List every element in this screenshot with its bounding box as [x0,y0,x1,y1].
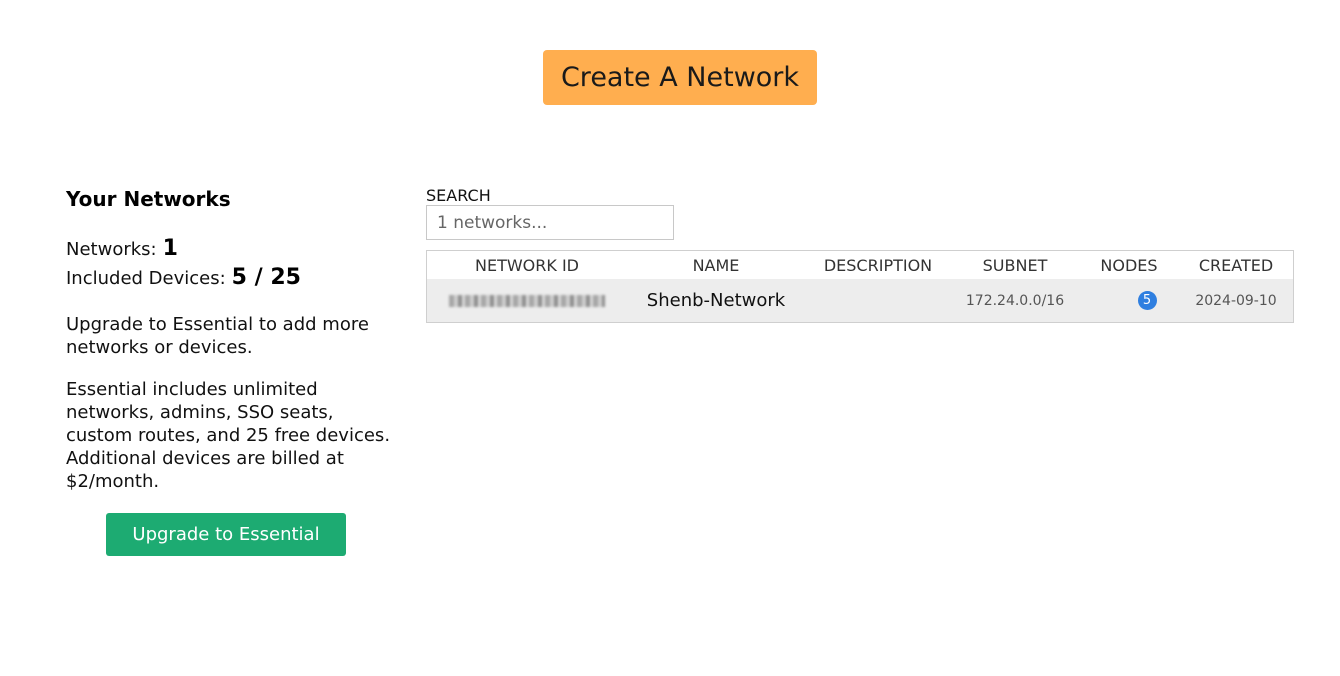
subnet-cell: 172.24.0.0/16 [965,292,1065,309]
devices-stat: Included Devices: 5 / 25 [66,264,396,293]
column-header-network-id[interactable]: NETWORK ID [427,256,627,275]
search-label: SEARCH [426,186,491,205]
column-header-subnet[interactable]: SUBNET [951,256,1079,275]
nodes-cell: 5 [1079,291,1179,310]
table-header: NETWORK ID NAME DESCRIPTION SUBNET NODES… [427,251,1293,279]
essential-info-text: Essential includes unlimited networks, a… [66,379,391,492]
column-header-nodes[interactable]: NODES [1079,256,1179,275]
created-cell: 2024-09-10 [1195,292,1277,309]
upgrade-info-text: Upgrade to Essential to add more network… [66,314,369,358]
devices-label: Included Devices: [66,268,226,289]
sidebar-title: Your Networks [66,187,231,211]
nodes-count-badge: 5 [1137,291,1157,310]
column-header-created[interactable]: CREATED [1179,256,1293,275]
networks-count: 1 [162,236,178,261]
networks-stat: Networks: 1 [66,235,396,264]
search-input[interactable] [426,205,674,240]
networks-sidebar: Your Networks Networks: 1 Included Device… [66,185,396,493]
table-row[interactable]: Shenb-Network 172.24.0.0/16 5 2024-09-10 [427,279,1293,322]
upgrade-to-essential-button[interactable]: Upgrade to Essential [106,513,346,556]
network-name-cell[interactable]: Shenb-Network [627,290,805,311]
column-header-name[interactable]: NAME [627,256,805,275]
networks-label: Networks: [66,239,157,260]
networks-table: NETWORK ID NAME DESCRIPTION SUBNET NODES… [426,250,1294,323]
devices-count: 5 / 25 [231,265,301,290]
redacted-network-id [449,294,605,307]
network-id-cell [427,293,627,309]
create-network-button[interactable]: Create A Network [543,50,817,105]
column-header-description[interactable]: DESCRIPTION [805,256,951,275]
